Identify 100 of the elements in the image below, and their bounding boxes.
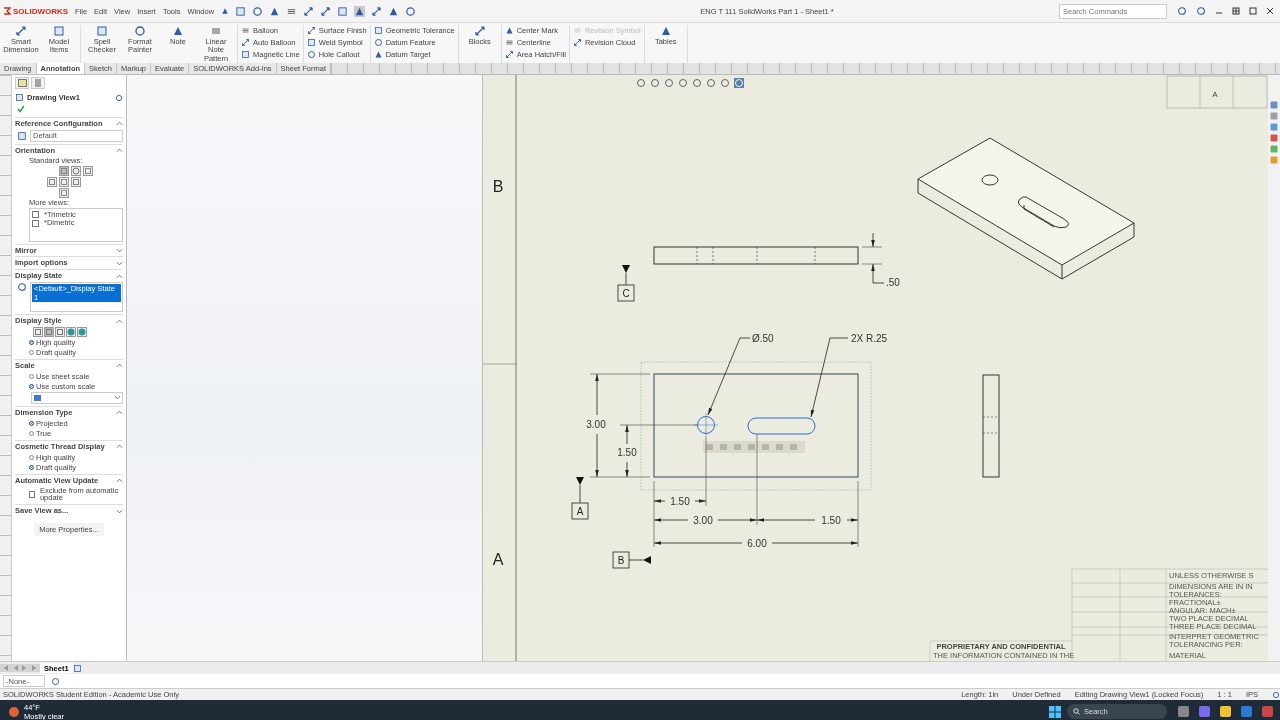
dimension-label: 1.50 (670, 496, 690, 507)
expand-icon[interactable] (116, 508, 123, 514)
tool-icon (134, 25, 146, 37)
collapse-icon[interactable] (116, 273, 123, 279)
taskbar-app-icon[interactable] (1177, 705, 1190, 718)
toolbar-icon[interactable] (303, 5, 314, 17)
dimension-line (653, 499, 707, 503)
toolbar-icon[interactable] (354, 5, 365, 17)
tool-icon (572, 26, 582, 35)
dimension-label: 3.00 (586, 419, 606, 430)
tool-icon (172, 25, 184, 37)
close-icon[interactable] (1266, 7, 1274, 15)
dimension-label: 1.50 (821, 515, 841, 526)
start-icon[interactable] (1049, 705, 1061, 718)
expand-icon[interactable] (116, 260, 123, 266)
datum-box (617, 284, 635, 302)
dimension-label: 6.00 (747, 538, 767, 549)
toolbar-icon[interactable] (371, 5, 382, 17)
checkbox[interactable] (32, 210, 39, 218)
datum-label: A (576, 506, 584, 517)
display-style-icon[interactable] (77, 327, 87, 337)
ok-icon[interactable] (17, 105, 25, 113)
tool-icon (210, 25, 222, 37)
app-logo: SOLIDWORKS (13, 6, 69, 16)
collapse-icon[interactable] (116, 478, 123, 484)
tool-icon (504, 50, 514, 59)
view-orientation-icon[interactable] (71, 165, 81, 176)
frame-label: A (1212, 90, 1218, 99)
display-style-icon[interactable] (55, 327, 65, 337)
tool-icon (241, 50, 250, 59)
dimension-label: 3.00 (693, 515, 713, 526)
display-style-icon[interactable] (44, 327, 54, 337)
checkbox[interactable] (29, 490, 35, 498)
tool-icon (504, 26, 514, 35)
logo-icon (3, 7, 11, 15)
view-orientation-icon[interactable] (59, 187, 69, 198)
view-orientation-icon[interactable] (71, 176, 81, 187)
taskbar-app-icon[interactable] (1219, 705, 1232, 718)
scale-select[interactable] (31, 391, 123, 404)
caret-icon (115, 396, 120, 400)
tool-icon (241, 26, 250, 35)
tool-icon (53, 25, 65, 37)
toolbar-icon[interactable] (337, 5, 348, 17)
dimension-line (871, 232, 885, 284)
toolbar-icon[interactable] (269, 5, 280, 17)
toolbar-icon[interactable] (252, 5, 263, 17)
drawing-view-icon (15, 93, 24, 102)
checkbox[interactable] (32, 219, 39, 227)
view-orientation-icon[interactable] (59, 165, 69, 176)
toolbar-icon[interactable] (388, 5, 399, 17)
search-icon (1073, 708, 1080, 715)
add-sheet-icon[interactable] (72, 663, 82, 673)
extension-line (861, 263, 883, 265)
datum-label: B (617, 555, 625, 566)
collapse-icon[interactable] (116, 148, 123, 154)
taskbar-app-icon[interactable] (1198, 705, 1211, 718)
expand-icon[interactable] (116, 247, 123, 253)
view-orientation-icon[interactable] (59, 176, 69, 187)
toolbar-icon[interactable] (405, 5, 416, 17)
collapse-icon[interactable] (116, 444, 123, 450)
display-style-icon[interactable] (33, 327, 43, 337)
datum-label: C (622, 288, 630, 299)
extension-line (653, 480, 655, 548)
tool-icon (306, 26, 316, 35)
view-orientation-icon[interactable] (47, 176, 57, 187)
extension-line (861, 246, 883, 248)
property-tab[interactable] (31, 77, 45, 89)
tool-icon (96, 25, 108, 37)
restore-icon[interactable] (1232, 7, 1240, 15)
tool-icon (659, 25, 672, 37)
dimension-label: .50 (886, 277, 900, 288)
datum-symbol (628, 556, 651, 564)
dimension-label: Ø.50 (752, 333, 774, 344)
toolbar-icon[interactable] (235, 5, 246, 17)
tool-icon (473, 25, 486, 37)
tool-icon (15, 25, 27, 37)
list-icon (34, 79, 42, 87)
datum-box (571, 502, 589, 520)
extension-line (589, 476, 651, 478)
extension-line (589, 373, 651, 375)
tool-icon (572, 38, 582, 47)
collapse-icon[interactable] (116, 410, 123, 416)
datum-box (612, 551, 630, 569)
weather-icon[interactable] (8, 705, 20, 718)
extension-line (705, 436, 707, 507)
maximize-icon[interactable] (1249, 7, 1257, 15)
collapse-icon[interactable] (116, 121, 123, 127)
sheet-nav-icon[interactable] (0, 664, 40, 672)
scale-icon (34, 394, 41, 401)
view-orientation-icon[interactable] (83, 165, 93, 176)
property-tab[interactable] (15, 77, 29, 89)
tool-icon (504, 38, 514, 47)
display-style-icon[interactable] (66, 327, 76, 337)
collapse-icon[interactable] (116, 318, 123, 324)
datum-symbol (622, 265, 630, 286)
extension-line (857, 480, 859, 548)
collapse-icon[interactable] (116, 363, 123, 369)
dimension-label: 1.50 (617, 447, 637, 458)
toolbar-icon[interactable] (320, 5, 331, 17)
zone-label: A (492, 551, 504, 568)
